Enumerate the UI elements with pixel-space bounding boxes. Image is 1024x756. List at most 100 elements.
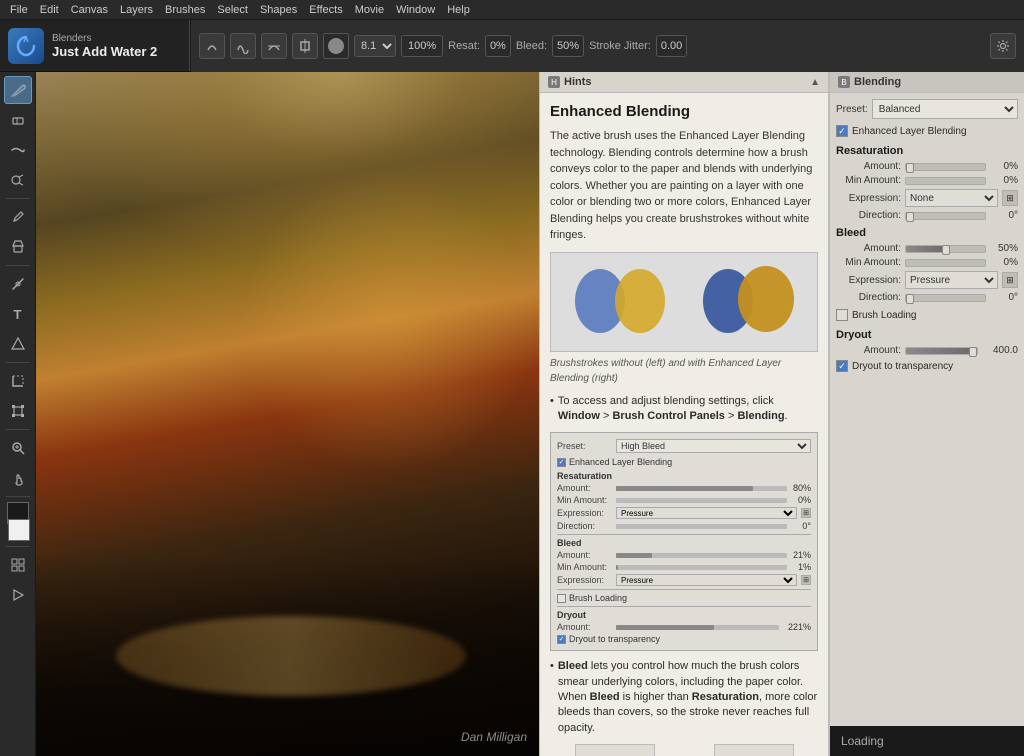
resat-amount-label: Amount: bbox=[836, 161, 901, 172]
enhanced-blending-row[interactable]: ✓ Enhanced Layer Blending bbox=[836, 125, 1018, 137]
dryout-transparency-row[interactable]: ✓ Dryout to transparency bbox=[836, 360, 1018, 372]
brush-size-select[interactable]: 8.1 bbox=[354, 35, 396, 57]
hints-title: Enhanced Blending bbox=[550, 103, 818, 120]
settings-btn[interactable] bbox=[990, 33, 1016, 59]
resat-expr-btn[interactable]: ⊞ bbox=[1002, 190, 1018, 206]
eyedropper-tool[interactable] bbox=[4, 203, 32, 231]
bleed-amount-val: 50% bbox=[990, 243, 1018, 254]
menu-layers[interactable]: Layers bbox=[114, 0, 159, 20]
shape-tool[interactable] bbox=[4, 330, 32, 358]
zoom-tool[interactable] bbox=[4, 434, 32, 462]
blending-panel-title: Blending bbox=[854, 76, 901, 88]
menu-help[interactable]: Help bbox=[441, 0, 476, 20]
bleed-min-slider[interactable] bbox=[905, 259, 986, 267]
text-tool[interactable]: T bbox=[4, 300, 32, 328]
brush-loading-label: Brush Loading bbox=[852, 310, 917, 321]
tool-selector-4[interactable] bbox=[292, 33, 318, 59]
bleed-expr-btn[interactable]: ⊞ bbox=[1002, 272, 1018, 288]
mini-expr-btn[interactable]: ⊞ bbox=[801, 508, 811, 518]
resat-min-slider[interactable] bbox=[905, 177, 986, 185]
resat-min-label: Min Amount: bbox=[836, 175, 901, 186]
dryout-transparency-label: Dryout to transparency bbox=[852, 361, 953, 372]
grid-toggle[interactable] bbox=[4, 551, 32, 579]
hints-panel-icon: H bbox=[548, 76, 560, 88]
resat-label: Resat: bbox=[448, 40, 480, 52]
menu-shapes[interactable]: Shapes bbox=[254, 0, 303, 20]
background-color[interactable] bbox=[8, 519, 30, 541]
hints-panel-header: H Hints ▲ bbox=[540, 72, 828, 93]
loading-text: Loading bbox=[841, 734, 884, 748]
opacity-display: 100% bbox=[401, 35, 443, 57]
mini-expr-select[interactable]: Pressure bbox=[616, 507, 797, 519]
clone-tool[interactable] bbox=[4, 166, 32, 194]
resat-expr-label: Expression: bbox=[836, 193, 901, 204]
app-icon bbox=[8, 28, 44, 64]
tool-selector-1[interactable] bbox=[199, 33, 225, 59]
preset-select[interactable]: Balanced bbox=[872, 99, 1018, 119]
blending-panel-icon: B bbox=[838, 76, 850, 88]
menu-effects[interactable]: Effects bbox=[303, 0, 348, 20]
bleed-value: 50% bbox=[552, 35, 584, 57]
mini-bleed-expr[interactable]: Pressure bbox=[616, 574, 797, 586]
menu-window[interactable]: Window bbox=[390, 0, 441, 20]
bullet-1: • To access and adjust blending settings… bbox=[550, 394, 818, 425]
preset-label: Preset: bbox=[836, 104, 868, 115]
dryout-title: Dryout bbox=[836, 329, 1018, 341]
bleed-section: Bleed Amount: 50% Min Amount: 0% bbox=[836, 227, 1018, 303]
dryout-amount-slider[interactable] bbox=[905, 347, 978, 355]
bleed-amount-slider[interactable] bbox=[905, 245, 986, 253]
bucket-tool[interactable] bbox=[4, 233, 32, 261]
hints-scroll-up[interactable]: ▲ bbox=[810, 77, 820, 88]
bullet-2: • Bleed lets you control how much the br… bbox=[550, 659, 818, 736]
app-title: Just Add Water 2 bbox=[52, 44, 157, 59]
bleed-title: Bleed bbox=[836, 227, 1018, 239]
resat-value: 0% bbox=[485, 35, 511, 57]
mini-blending-panel: Preset: High Bleed ✓ Enhanced Layer Blen… bbox=[550, 432, 818, 651]
menu-movie[interactable]: Movie bbox=[349, 0, 390, 20]
brush-tool[interactable] bbox=[4, 76, 32, 104]
dryout-amount-label: Amount: bbox=[836, 345, 901, 356]
blending-panel-header: B Blending bbox=[830, 72, 1024, 93]
bleed-min-val: 0% bbox=[990, 257, 1018, 268]
mini-bleed-btn[interactable]: ⊞ bbox=[801, 575, 811, 585]
transform-tool[interactable] bbox=[4, 397, 32, 425]
hints-panel: H Hints ▲ Enhanced Blending The active b… bbox=[539, 72, 829, 756]
resat-dir-slider[interactable] bbox=[905, 212, 986, 220]
main-toolbar: 8.1 100% Resat: 0% Bleed: 50% Stroke Jit… bbox=[190, 20, 1024, 72]
tool-selector-3[interactable] bbox=[261, 33, 287, 59]
enhanced-blending-checkbox[interactable]: ✓ bbox=[836, 125, 848, 137]
media-btn[interactable] bbox=[4, 581, 32, 609]
jitter-label: Stroke Jitter: bbox=[589, 40, 651, 52]
pen-tool[interactable] bbox=[4, 270, 32, 298]
left-toolbar: T bbox=[0, 72, 36, 756]
menu-file[interactable]: File bbox=[4, 0, 34, 20]
dryout-transparency-checkbox[interactable]: ✓ bbox=[836, 360, 848, 372]
brush-loading-checkbox[interactable] bbox=[836, 309, 848, 321]
crop-tool[interactable] bbox=[4, 367, 32, 395]
resat-amount-val: 0% bbox=[990, 161, 1018, 172]
bleed-label: Bleed: bbox=[516, 40, 547, 52]
artist-credit: Dan Milligan bbox=[461, 730, 527, 744]
resat-expr-select[interactable]: None bbox=[905, 189, 998, 207]
mini-preset-select[interactable]: High Bleed bbox=[616, 439, 811, 453]
smear-tool[interactable] bbox=[4, 136, 32, 164]
menu-brushes[interactable]: Brushes bbox=[159, 0, 211, 20]
resaturation-section: Resaturation Amount: 0% Min Amount: 0% bbox=[836, 145, 1018, 221]
canvas-area[interactable]: Dan Milligan bbox=[36, 72, 539, 756]
hints-content[interactable]: Enhanced Blending The active brush uses … bbox=[540, 93, 828, 756]
bleed-expr-select[interactable]: Pressure bbox=[905, 271, 998, 289]
jitter-value: 0.00 bbox=[656, 35, 687, 57]
app-name: Blenders bbox=[52, 33, 157, 44]
menu-edit[interactable]: Edit bbox=[34, 0, 65, 20]
hand-tool[interactable] bbox=[4, 464, 32, 492]
resat-amount-slider[interactable] bbox=[905, 163, 986, 171]
brush-demo-caption: Brushstrokes without (left) and with Enh… bbox=[550, 356, 818, 386]
bleed-dir-slider[interactable] bbox=[905, 294, 986, 302]
menu-bar: File Edit Canvas Layers Brushes Select S… bbox=[0, 0, 1024, 20]
tool-selector-2[interactable] bbox=[230, 33, 256, 59]
brush-loading-row[interactable]: Brush Loading bbox=[836, 309, 1018, 321]
blending-content: Preset: Balanced ✓ Enhanced Layer Blendi… bbox=[830, 93, 1024, 756]
menu-canvas[interactable]: Canvas bbox=[65, 0, 114, 20]
eraser-tool[interactable] bbox=[4, 106, 32, 134]
menu-select[interactable]: Select bbox=[211, 0, 254, 20]
